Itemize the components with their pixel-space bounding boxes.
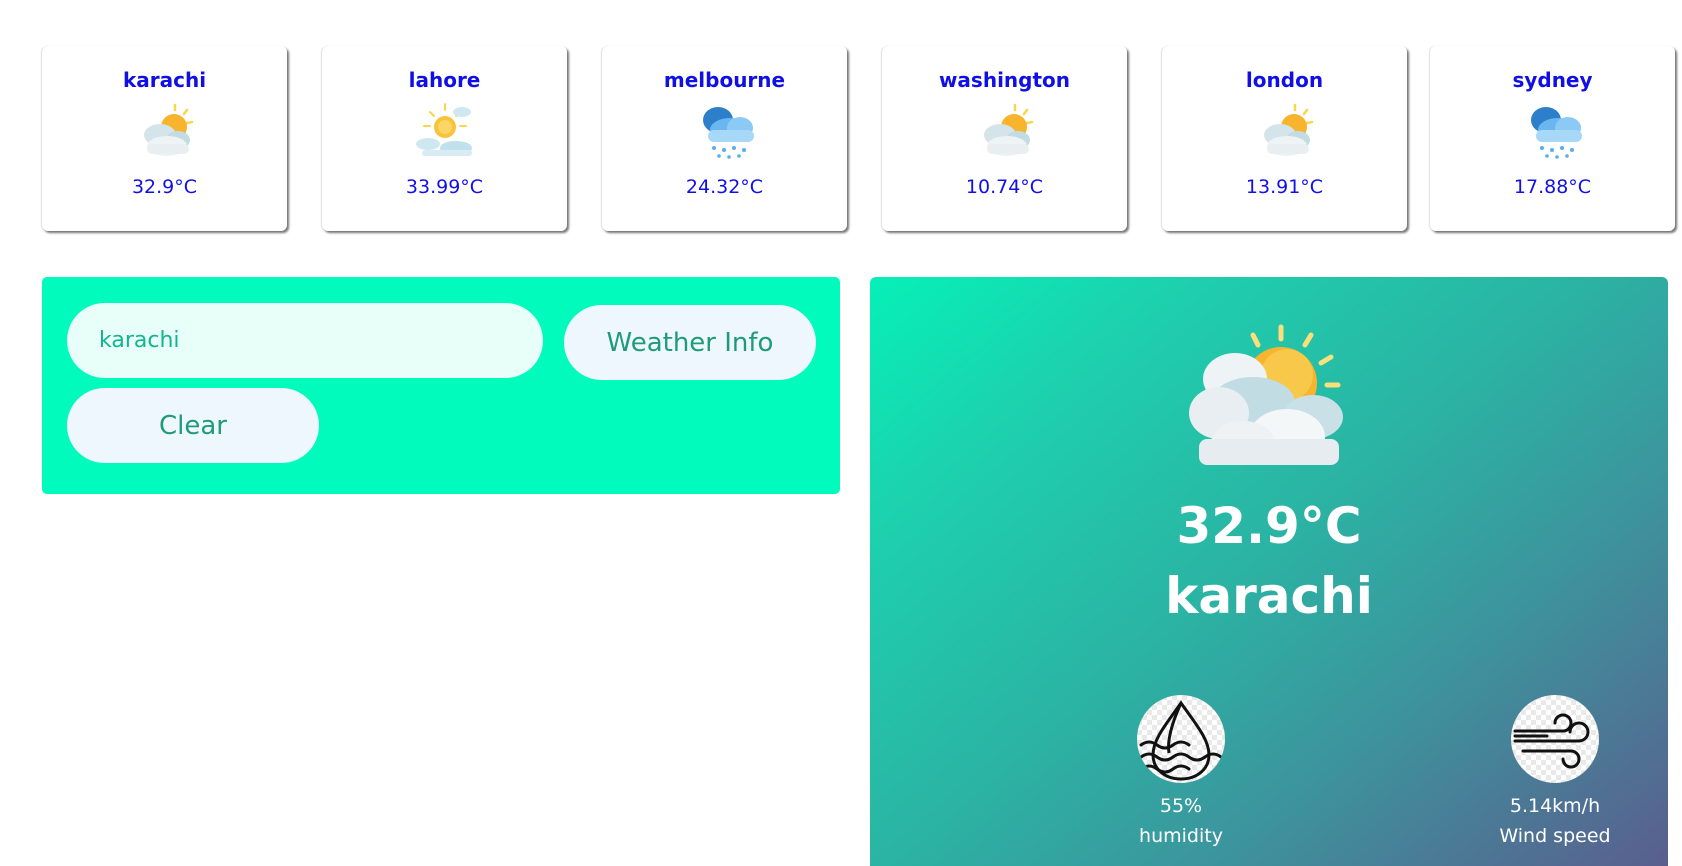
current-temperature: 32.9°C: [1176, 497, 1362, 555]
city-temperature: 10.74°C: [965, 176, 1044, 198]
wind-stat: 5.14km/h Wind speed: [1455, 695, 1655, 847]
city-card-washington[interactable]: washington 10.74°C: [882, 46, 1127, 231]
humidity-value: 55%: [1159, 795, 1203, 817]
current-city-name: karachi: [1165, 567, 1373, 625]
city-card-melbourne[interactable]: melbourne 24.32°C: [602, 46, 847, 231]
city-name: karachi: [122, 68, 207, 92]
city-card-lahore[interactable]: lahore 33.99°C: [322, 46, 567, 231]
sun-haze-icon: [416, 103, 472, 156]
humidity-icon: [1137, 695, 1225, 783]
partly-cloudy-sun-icon: [984, 103, 1034, 156]
partly-cloudy-sun-icon: [1189, 324, 1343, 465]
wind-icon: [1511, 695, 1599, 783]
city-card-sydney[interactable]: sydney 17.88°C: [1430, 46, 1675, 231]
weather-info-button[interactable]: Weather Info: [564, 305, 816, 380]
partly-cloudy-sun-icon: [1264, 103, 1314, 156]
city-temperature: 13.91°C: [1245, 176, 1324, 198]
city-temperature: 17.88°C: [1513, 176, 1592, 198]
city-temperature: 24.32°C: [685, 176, 764, 198]
city-name: sydney: [1512, 68, 1593, 92]
city-search-input[interactable]: [67, 303, 543, 378]
humidity-label: humidity: [1139, 825, 1223, 847]
city-name: washington: [938, 68, 1071, 92]
city-temperature: 32.9°C: [131, 176, 198, 198]
city-card-karachi[interactable]: karachi 32.9°C: [42, 46, 287, 231]
city-cards-row: karachi 32.9°C lahore 33.99°C melbourne: [0, 0, 1682, 240]
city-name: melbourne: [663, 68, 786, 92]
rain-cloud-icon: [1531, 107, 1582, 159]
weather-result-panel: 32.9°C karachi 55% humidity 5.14km/h Win…: [870, 277, 1668, 866]
humidity-stat: 55% humidity: [1081, 695, 1281, 847]
clear-button[interactable]: Clear: [67, 388, 319, 463]
search-panel: Weather Info Clear: [42, 277, 840, 494]
wind-speed-value: 5.14km/h: [1509, 795, 1601, 817]
wind-speed-label: Wind speed: [1499, 825, 1611, 847]
partly-cloudy-sun-icon: [144, 103, 194, 156]
city-card-london[interactable]: london 13.91°C: [1162, 46, 1407, 231]
city-temperature: 33.99°C: [405, 176, 484, 198]
rain-cloud-icon: [703, 107, 754, 159]
city-name: london: [1245, 68, 1324, 92]
city-name: lahore: [408, 68, 481, 92]
